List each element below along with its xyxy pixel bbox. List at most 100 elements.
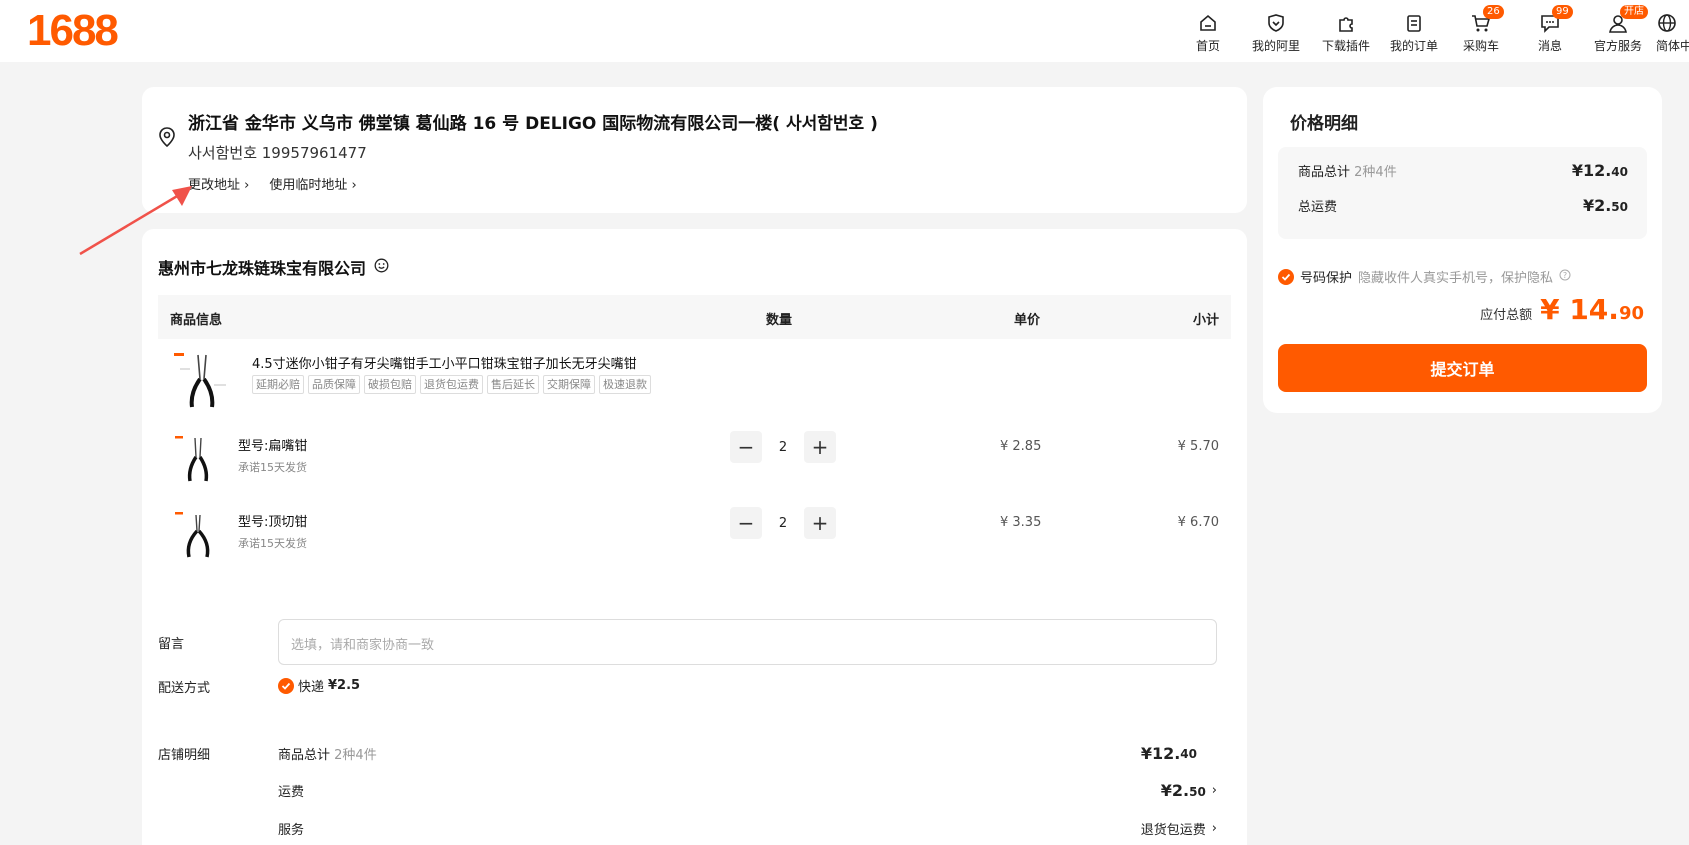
- nav-download-plugin[interactable]: 下载插件: [1322, 12, 1370, 54]
- amount-payable-label: 应付总额: [1480, 308, 1533, 323]
- change-address-link[interactable]: 更改地址 ›: [188, 174, 249, 193]
- nav-label: 我的订单: [1390, 39, 1439, 53]
- nav-official-service[interactable]: 开店 官方服务: [1594, 5, 1648, 54]
- sku-delivery-promise: 承诺15天发货: [238, 537, 307, 550]
- goods-total-main: ¥12.: [1140, 744, 1181, 763]
- decrease-qty-button[interactable]: −: [730, 431, 762, 463]
- goods-count: 2种4件: [1354, 165, 1397, 180]
- col-quantity: 数量: [766, 313, 793, 328]
- service-tag: 品质保障: [308, 375, 360, 394]
- quantity-stepper: − 2 +: [730, 431, 836, 463]
- decrease-qty-button[interactable]: −: [730, 507, 762, 539]
- quantity-stepper: − 2 +: [730, 507, 836, 539]
- puzzle-icon: [1335, 12, 1357, 34]
- service-tag: 延期必赔: [252, 375, 304, 394]
- submit-order-button[interactable]: 提交订单: [1278, 344, 1647, 392]
- price-detail-panel: 价格明细 商品总计 2种4件 ¥12.40 总运费 ¥2.50 号码保护 隐藏收…: [1263, 87, 1662, 413]
- store-freight-row[interactable]: 运费 ¥2.50 ›: [278, 781, 1217, 800]
- freight-total-row: 总运费 ¥2.50: [1298, 196, 1628, 215]
- shipping-option-express[interactable]: 快递 ¥2.5: [278, 676, 360, 695]
- nav-label: 消息: [1538, 39, 1563, 53]
- message-icon: 99: [1539, 5, 1573, 34]
- number-protection-desc: 隐藏收件人真实手机号，保护隐私: [1358, 271, 1554, 286]
- amount-payable-value: ¥ 14.90: [1540, 293, 1644, 326]
- product-thumbnail[interactable]: [170, 349, 234, 413]
- checkmark-icon: [278, 677, 294, 694]
- quantity-value[interactable]: 2: [762, 440, 804, 455]
- shop-name[interactable]: 惠州市七龙珠链珠宝有限公司: [158, 255, 366, 279]
- temporary-address-link[interactable]: 使用临时地址 ›: [269, 174, 356, 193]
- goods-total-row: 商品总计 2种4件 ¥12.40: [1298, 161, 1628, 180]
- nav-label: 官方服务: [1594, 39, 1643, 53]
- product-title[interactable]: 4.5寸迷你小钳子有牙尖嘴钳手工小平口钳珠宝钳子加长无牙尖嘴钳: [252, 353, 637, 372]
- location-pin-icon: [158, 127, 176, 151]
- goods-table-body: 4.5寸迷你小钳子有牙尖嘴钳手工小平口钳珠宝钳子加长无牙尖嘴钳 延期必赔 品质保…: [158, 339, 1231, 601]
- col-product-info: 商品信息: [170, 313, 223, 328]
- nav-messages[interactable]: 99 消息: [1538, 5, 1573, 54]
- service-tag: 破损包赔: [364, 375, 416, 394]
- freight-label: 运费: [278, 785, 305, 800]
- svg-text:?: ?: [1563, 271, 1567, 280]
- total-decimal: 90: [1618, 303, 1644, 324]
- number-protection-toggle[interactable]: 号码保护 隐藏收件人真实手机号，保护隐私 ?: [1278, 267, 1571, 286]
- goods-total-label: 商品总计: [1298, 165, 1351, 180]
- open-store-badge: 开店: [1620, 5, 1648, 19]
- goods-table: 商品信息 数量 单价 小计 4.5寸迷你小钳子有牙尖嘴钳手工小平口钳珠宝钳子加长…: [158, 295, 1231, 601]
- store-detail-label: 店铺明细: [158, 748, 211, 763]
- store-goods-total-row: 商品总计 2种4件 ¥12. 40: [278, 744, 1217, 763]
- col-subtotal: 小计: [1192, 313, 1219, 328]
- nav-label: 首页: [1196, 39, 1221, 53]
- increase-qty-button[interactable]: +: [804, 507, 836, 539]
- goods-total-decimal: 40: [1180, 746, 1197, 761]
- help-icon[interactable]: ?: [1559, 269, 1571, 285]
- note-input[interactable]: 选填，请和商家协商一致: [278, 619, 1217, 665]
- shipping-address: 浙江省 金华市 义乌市 佛堂镇 葛仙路 16 号 DELIGO 国际物流有限公司…: [188, 114, 878, 134]
- service-tag: 售后延长: [487, 375, 539, 394]
- nav-my-ali[interactable]: 我的阿里: [1252, 12, 1300, 54]
- goods-table-header: 商品信息 数量 单价 小计: [158, 295, 1231, 339]
- nav-language[interactable]: 简体中: [1656, 12, 1689, 54]
- freight-total-value: ¥2.50: [1583, 196, 1628, 215]
- goods-total-label: 商品总计: [278, 748, 331, 763]
- chat-smiley-icon[interactable]: [374, 258, 389, 277]
- quantity-value[interactable]: 2: [762, 516, 804, 531]
- nav-my-orders[interactable]: 我的订单: [1390, 12, 1438, 54]
- service-tag: 退货包运费: [420, 375, 483, 394]
- shipping-method-label: 配送方式: [158, 681, 211, 696]
- shipping-option-price: ¥2.5: [328, 678, 361, 693]
- price-detail-title: 价格明细: [1290, 114, 1358, 134]
- message-badge: 99: [1552, 5, 1573, 19]
- goods-total-value: ¥12.40: [1141, 744, 1197, 763]
- goods-total-main: ¥12.: [1571, 161, 1612, 180]
- checkmark-icon: [1278, 268, 1294, 285]
- unit-price: ¥ 2.85: [1000, 439, 1042, 454]
- col-unit-price: 单价: [1014, 313, 1041, 328]
- nav-home[interactable]: 首页: [1196, 12, 1220, 54]
- freight-total-decimal: 50: [1611, 200, 1628, 214]
- freight-decimal: 50: [1189, 785, 1206, 799]
- nav-label: 我的阿里: [1252, 39, 1301, 53]
- sku-name: 型号:顶切钳: [238, 515, 308, 530]
- unit-price: ¥ 3.35: [1000, 515, 1042, 530]
- site-logo[interactable]: 1688: [27, 6, 119, 56]
- user-service-icon: 开店: [1607, 5, 1648, 34]
- number-protection-label: 号码保护: [1300, 271, 1353, 286]
- total-main: ¥ 14.: [1540, 293, 1619, 326]
- nav-cart[interactable]: 26 采购车: [1463, 5, 1504, 54]
- freight-total-main: ¥2.: [1582, 196, 1612, 215]
- globe-icon: [1656, 12, 1678, 34]
- cart-icon: 26: [1470, 5, 1504, 34]
- service-value: 退货包运费: [1140, 823, 1206, 838]
- increase-qty-button[interactable]: +: [804, 431, 836, 463]
- freight-total-label: 总运费: [1298, 200, 1338, 215]
- cart-badge: 26: [1483, 5, 1504, 19]
- service-label: 服务: [278, 823, 305, 838]
- shop-header: 惠州市七龙珠链珠宝有限公司: [158, 255, 389, 279]
- sku-name: 型号:扁嘴钳: [238, 439, 308, 454]
- store-service-row[interactable]: 服务 退货包运费 ›: [278, 819, 1217, 838]
- goods-count: 2种4件: [334, 748, 377, 763]
- nav-label: 简体中: [1656, 39, 1689, 53]
- shipping-option-label: 快递: [298, 680, 325, 695]
- nav-label: 下载插件: [1322, 39, 1371, 53]
- freight-value: ¥2.50 ›: [1161, 781, 1217, 800]
